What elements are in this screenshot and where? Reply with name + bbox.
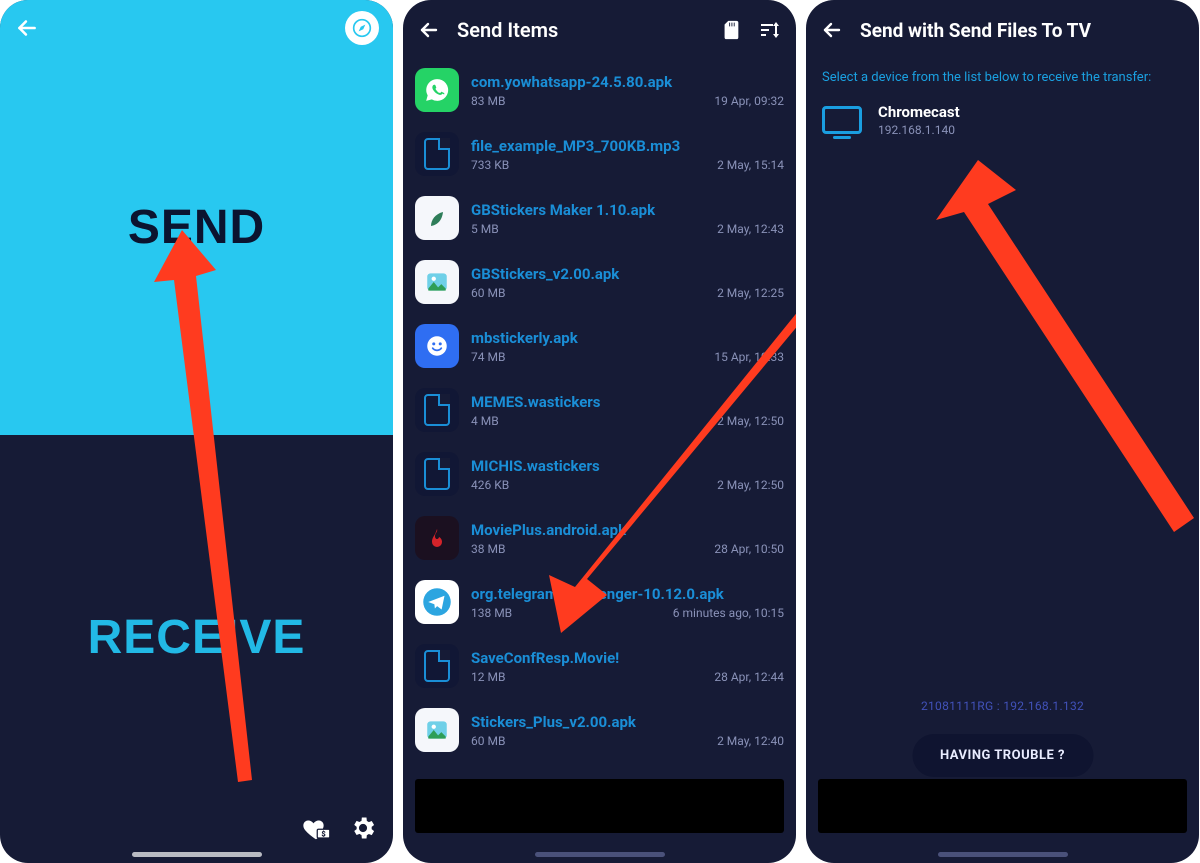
file-size: 38 MB	[471, 542, 505, 556]
file-date: 2 May, 12:43	[717, 222, 784, 236]
screen-send-items: Send Items com.yowhatsapp-24.5.80.apk 83 …	[403, 0, 796, 863]
sort-icon[interactable]	[758, 18, 782, 42]
send-label[interactable]: SEND	[0, 200, 393, 255]
tv-icon	[822, 106, 862, 134]
settings-icon[interactable]	[349, 814, 377, 842]
file-name: GBStickers_v2.00.apk	[471, 265, 784, 283]
file-row[interactable]: com.yowhatsapp-24.5.80.apk 83 MB 19 Apr, 0…	[403, 60, 796, 124]
photo-icon	[415, 708, 459, 752]
header: Send with Send Files To TV	[806, 0, 1199, 60]
file-icon	[415, 388, 459, 432]
svg-text:$: $	[321, 829, 326, 838]
file-size: 138 MB	[471, 606, 512, 620]
file-name: mbstickerly.apk	[471, 329, 784, 347]
page-title: Send with Send Files To TV	[860, 19, 1091, 42]
self-device-id: 21081111RG : 192.168.1.132	[806, 699, 1199, 713]
file-size: 83 MB	[471, 94, 505, 108]
header: Send Items	[403, 0, 796, 60]
file-date: 2 May, 15:14	[717, 158, 784, 172]
file-date: 6 minutes ago, 10:15	[673, 606, 784, 620]
file-name: MEMES.wastickers	[471, 393, 784, 411]
gesture-bar	[938, 852, 1068, 857]
file-name: file_example_MP3_700KB.mp3	[471, 137, 784, 155]
file-icon	[415, 132, 459, 176]
bottom-actions: $	[301, 813, 377, 843]
file-row[interactable]: GBStickers Maker 1.10.apk 5 MB 2 May, 12:4…	[403, 188, 796, 252]
device-name: Chromecast	[878, 103, 960, 121]
file-row[interactable]: mbstickerly.apk 74 MB 15 Apr, 10:33	[403, 316, 796, 380]
file-name: com.yowhatsapp-24.5.80.apk	[471, 73, 784, 91]
file-row[interactable]: org.telegram.messenger-10.12.0.apk 138 MB…	[403, 572, 796, 636]
compass-icon[interactable]	[345, 11, 379, 45]
ad-banner[interactable]	[415, 779, 784, 833]
file-icon	[415, 644, 459, 688]
file-date: 28 Apr, 12:44	[714, 670, 784, 684]
file-size: 60 MB	[471, 286, 505, 300]
gesture-bar	[535, 852, 665, 857]
send-panel[interactable]: SEND	[0, 0, 393, 435]
file-icon	[415, 452, 459, 496]
annotation-arrow	[936, 160, 1199, 540]
file-size: 733 KB	[471, 158, 509, 172]
ad-banner[interactable]	[818, 779, 1187, 833]
page-title: Send Items	[457, 18, 704, 42]
gesture-bar	[132, 852, 262, 857]
file-size: 5 MB	[471, 222, 499, 236]
file-date: 2 May, 12:40	[717, 734, 784, 748]
receive-label[interactable]: RECEIVE	[0, 610, 393, 665]
file-name: SaveConfResp.Movie!	[471, 649, 784, 667]
file-size: 12 MB	[471, 670, 505, 684]
screen-home: SEND RECEIVE $	[0, 0, 393, 863]
file-size: 4 MB	[471, 414, 499, 428]
file-name: GBStickers Maker 1.10.apk	[471, 201, 784, 219]
file-row[interactable]: MEMES.wastickers 4 MB 2 May, 12:50	[403, 380, 796, 444]
file-row[interactable]: Stickers_Plus_v2.00.apk 60 MB 2 May, 12:40	[403, 700, 796, 764]
back-icon[interactable]	[14, 15, 40, 41]
file-date: 2 May, 12:50	[717, 414, 784, 428]
screen-select-device: Send with Send Files To TV Select a devi…	[806, 0, 1199, 863]
donate-icon[interactable]: $	[301, 813, 331, 843]
back-icon[interactable]	[417, 18, 441, 42]
device-item[interactable]: Chromecast 192.168.1.140	[806, 99, 1199, 147]
smiley-icon	[415, 324, 459, 368]
instruction-text: Select a device from the list below to r…	[806, 60, 1199, 99]
file-size: 74 MB	[471, 350, 505, 364]
file-date: 2 May, 12:50	[717, 478, 784, 492]
file-name: Stickers_Plus_v2.00.apk	[471, 713, 784, 731]
file-row[interactable]: MICHIS.wastickers 426 KB 2 May, 12:50	[403, 444, 796, 508]
file-row[interactable]: GBStickers_v2.00.apk 60 MB 2 May, 12:25	[403, 252, 796, 316]
device-ip: 192.168.1.140	[878, 123, 960, 137]
file-row[interactable]: file_example_MP3_700KB.mp3 733 KB 2 May, 1…	[403, 124, 796, 188]
file-date: 19 Apr, 09:32	[714, 94, 784, 108]
file-date: 28 Apr, 10:50	[714, 542, 784, 556]
telegram-icon	[415, 580, 459, 624]
file-date: 15 Apr, 10:33	[714, 350, 784, 364]
sdcard-icon[interactable]	[720, 19, 742, 41]
file-name: org.telegram.messenger-10.12.0.apk	[471, 585, 784, 603]
file-size: 426 KB	[471, 478, 509, 492]
flame-icon	[415, 516, 459, 560]
whatsapp-icon	[415, 68, 459, 112]
back-icon[interactable]	[820, 18, 844, 42]
photo-icon	[415, 260, 459, 304]
file-date: 2 May, 12:25	[717, 286, 784, 300]
file-name: MICHIS.wastickers	[471, 457, 784, 475]
file-name: MoviePlus.android.apk	[471, 521, 784, 539]
file-row[interactable]: MoviePlus.android.apk 38 MB 28 Apr, 10:50	[403, 508, 796, 572]
file-row[interactable]: SaveConfResp.Movie! 12 MB 28 Apr, 12:44	[403, 636, 796, 700]
having-trouble-button[interactable]: HAVING TROUBLE ?	[912, 734, 1093, 777]
file-list: com.yowhatsapp-24.5.80.apk 83 MB 19 Apr, 0…	[403, 60, 796, 829]
file-size: 60 MB	[471, 734, 505, 748]
leaf-icon	[415, 196, 459, 240]
